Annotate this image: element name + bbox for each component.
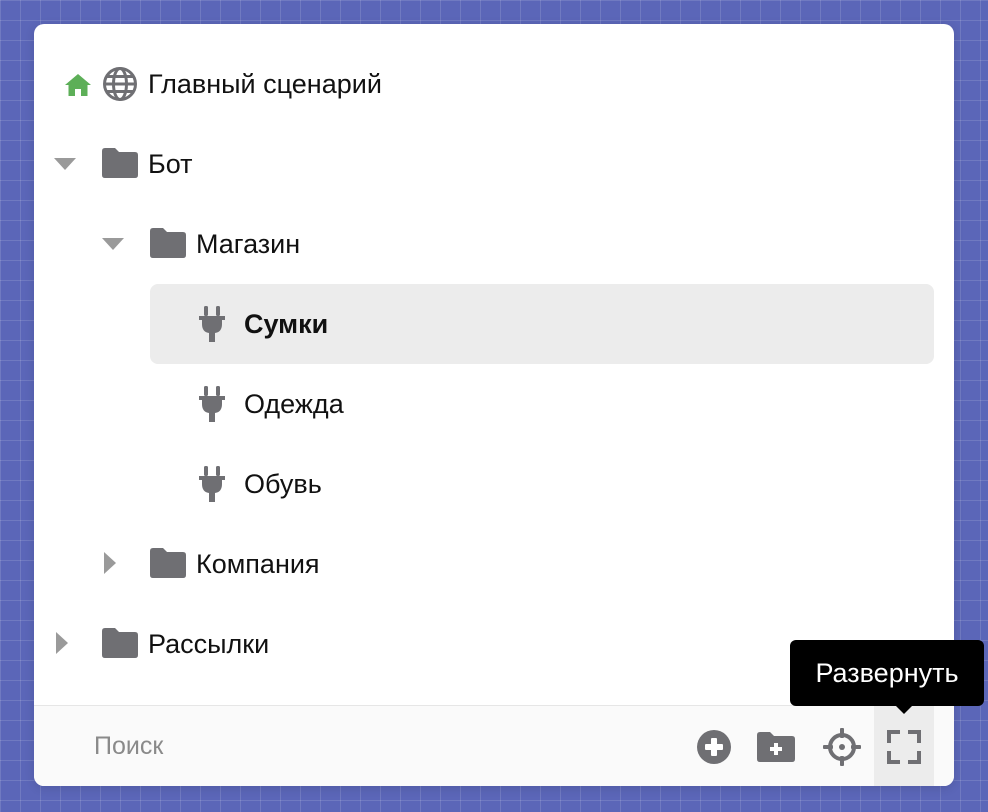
tree-item-clothes[interactable]: Одежда <box>150 364 934 444</box>
caret-right-icon[interactable] <box>56 632 68 654</box>
tree-item-label: Рассылки <box>148 628 270 659</box>
expand-icon <box>887 729 921 764</box>
tree-item-bags[interactable]: Сумки <box>150 284 934 364</box>
globe-icon <box>103 67 137 101</box>
plug-icon <box>199 466 225 502</box>
add-folder-button[interactable] <box>746 706 806 786</box>
tree-item-label: Главный сценарий <box>148 68 382 99</box>
folder-icon <box>150 548 186 578</box>
tree-item-label: Бот <box>148 148 193 179</box>
tree-item-company[interactable]: Компания <box>34 524 954 604</box>
tree-item-label: Одежда <box>244 388 344 419</box>
tooltip-text: Развернуть <box>815 657 959 688</box>
plug-icon <box>199 306 225 342</box>
tree-item-label: Компания <box>196 548 320 579</box>
add-circle-icon <box>697 729 731 764</box>
tree-item-shoes[interactable]: Обувь <box>150 444 934 524</box>
caret-down-icon[interactable] <box>102 238 124 250</box>
add-item-button[interactable] <box>684 706 744 786</box>
tree-item-label: Магазин <box>196 228 301 259</box>
locate-button[interactable] <box>812 706 872 786</box>
expand-button[interactable] <box>874 706 934 786</box>
expand-tooltip: Развернуть <box>790 640 984 706</box>
search-input[interactable] <box>94 726 514 766</box>
tree-item-main-scenario[interactable]: Главный сценарий <box>34 44 954 124</box>
tree-item-shop[interactable]: Магазин <box>34 204 954 284</box>
folder-icon <box>102 148 138 178</box>
folder-icon <box>102 628 138 658</box>
plug-icon <box>199 386 225 422</box>
tree-item-label: Обувь <box>244 468 322 499</box>
folder-icon <box>150 228 186 258</box>
tree-item-label: Сумки <box>244 308 329 339</box>
tree-item-bot[interactable]: Бот <box>34 124 954 204</box>
caret-down-icon[interactable] <box>54 158 76 170</box>
caret-right-icon[interactable] <box>104 552 116 574</box>
footer-toolbar <box>34 705 954 786</box>
home-icon <box>65 74 91 96</box>
add-folder-icon <box>757 731 795 762</box>
tooltip-arrow <box>894 704 914 714</box>
crosshair-icon <box>823 727 861 766</box>
